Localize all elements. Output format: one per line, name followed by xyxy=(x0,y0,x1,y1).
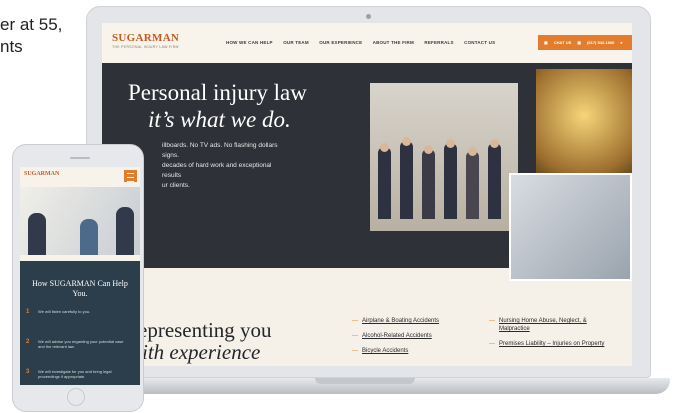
person-figure xyxy=(116,207,134,255)
chat-button[interactable]: CHAT US xyxy=(554,40,571,45)
practice-link[interactable]: Premises Liability – Injuries on Propert… xyxy=(489,340,609,348)
site-header: SUGARMAN THE PERSONAL INJURY LAW FIRM HO… xyxy=(102,23,632,63)
hero-subtitle-line: illboards. No TV ads. No flashing dollar… xyxy=(162,142,278,159)
step-text: We will listen carefully to you. xyxy=(38,309,91,314)
mobile-hero-image xyxy=(20,187,140,255)
step-number: 3 xyxy=(26,369,30,375)
hero-subtitle-line: decades of hard work and exceptional res… xyxy=(162,162,272,179)
main-nav: HOW WE CAN HELP OUR TEAM OUR EXPERIENCE … xyxy=(226,40,504,45)
hero-subtitle-line: ur clients. xyxy=(162,182,190,189)
team-member xyxy=(378,147,391,219)
practice-list-1: Airplane & Boating Accidents Alcohol-Rel… xyxy=(352,317,472,362)
team-member xyxy=(466,151,479,219)
team-member xyxy=(488,143,501,219)
practice-link[interactable]: Alcohol-Related Accidents xyxy=(352,332,472,340)
team-member-head xyxy=(468,147,477,156)
practice-list-2: Nursing Home Abuse, Neglect, & Malpracti… xyxy=(489,317,609,355)
team-member-head xyxy=(402,137,411,146)
team-member xyxy=(444,143,457,219)
team-member xyxy=(422,149,435,219)
mobile-step: 3 We will investigate for you and bring l… xyxy=(26,369,132,379)
mobile-step: 1 We will listen carefully to you. xyxy=(26,309,132,315)
hero-subtitle: illboards. No TV ads. No flashing dollar… xyxy=(162,141,292,191)
team-member-head xyxy=(424,145,433,154)
team-member xyxy=(400,141,413,219)
header-cta-bar: ▣ CHAT US ▣ (617) 542-1000 ⌕ xyxy=(538,35,632,50)
step-number: 2 xyxy=(26,339,30,345)
intro-text: er at 55, nts xyxy=(0,14,80,58)
hero-team-photo xyxy=(370,83,518,231)
mobile-step: 2 We will advise you regarding your poten… xyxy=(26,339,132,349)
phone-home-button[interactable] xyxy=(67,388,85,406)
nav-our-experience[interactable]: OUR EXPERIENCE xyxy=(319,40,362,45)
mobile-logo[interactable]: SUGARMAN xyxy=(24,171,59,177)
site-tagline: THE PERSONAL INJURY LAW FIRM xyxy=(112,45,179,49)
nav-about-the-firm[interactable]: ABOUT THE FIRM xyxy=(373,40,414,45)
site-logo[interactable]: SUGARMAN xyxy=(112,32,179,44)
practice-link[interactable]: Nursing Home Abuse, Neglect, & Malpracti… xyxy=(489,317,609,333)
team-member-head xyxy=(446,139,455,148)
intro-line-2: nts xyxy=(0,37,23,56)
nav-how-we-can-help[interactable]: HOW WE CAN HELP xyxy=(226,40,273,45)
hero-lobby-image xyxy=(536,69,632,185)
practice-link[interactable]: Bicycle Accidents xyxy=(352,347,472,355)
practice-link[interactable]: Airplane & Boating Accidents xyxy=(352,317,472,325)
chat-icon: ▣ xyxy=(544,40,548,45)
step-text: We will advise you regarding your potent… xyxy=(38,339,124,349)
hero-office-image xyxy=(509,173,632,281)
phone-speaker xyxy=(70,157,90,159)
person-figure xyxy=(80,219,98,255)
step-number: 1 xyxy=(26,309,30,315)
experience-heading-italic: ith experience xyxy=(142,340,261,364)
team-member-head xyxy=(490,139,499,148)
person-figure xyxy=(28,213,46,255)
search-icon[interactable]: ⌕ xyxy=(620,40,622,45)
intro-line-1: er at 55, xyxy=(0,15,63,34)
nav-our-team[interactable]: OUR TEAM xyxy=(283,40,309,45)
laptop-screen: SUGARMAN THE PERSONAL INJURY LAW FIRM HO… xyxy=(102,23,632,366)
team-member-head xyxy=(380,143,389,152)
laptop-notch xyxy=(315,378,415,384)
mobile-help-title: How SUGARMAN Can Help You. xyxy=(32,279,128,298)
hamburger-menu-icon[interactable] xyxy=(124,170,137,182)
nav-referrals[interactable]: REFERRALS xyxy=(424,40,453,45)
step-text: We will investigate for you and bring le… xyxy=(38,369,112,379)
laptop-camera xyxy=(366,14,371,19)
hero-title-italic: it’s what we do. xyxy=(148,107,291,132)
phone-icon: ▣ xyxy=(577,40,582,45)
nav-contact-us[interactable]: CONTACT US xyxy=(464,40,495,45)
hero-title: Personal injury law xyxy=(128,80,307,105)
phone-screen: SUGARMAN How SUGARMAN Can Help You. 1 We … xyxy=(20,167,140,385)
mobile-header: SUGARMAN xyxy=(20,167,140,185)
phone-link[interactable]: (617) 542-1000 xyxy=(587,40,614,45)
